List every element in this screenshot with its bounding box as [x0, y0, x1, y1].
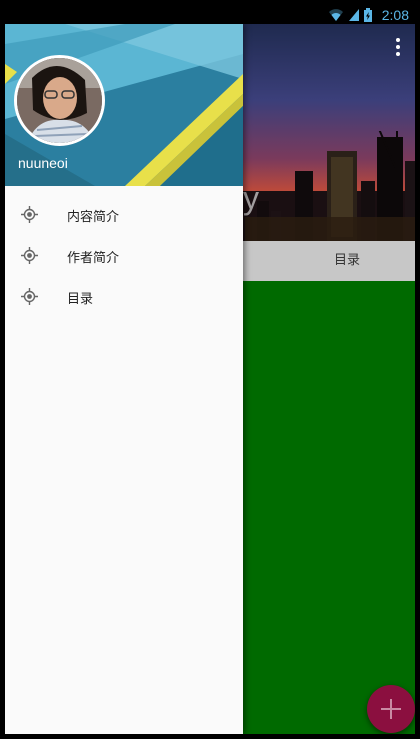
status-icons: 2:08 [328, 6, 409, 23]
device-frame: 2:08 y 目录 nuuneoi 内容简介 作者简介 目录 [0, 0, 420, 739]
locate-icon [21, 247, 38, 264]
user-avatar[interactable] [14, 55, 105, 146]
drawer-item-introduction[interactable]: 内容简介 [5, 194, 243, 235]
battery-charging-icon [363, 7, 372, 22]
navigation-drawer: nuuneoi 内容简介 作者简介 目录 [5, 24, 243, 734]
locate-icon [21, 288, 38, 305]
user-photo [17, 58, 102, 143]
status-time: 2:08 [381, 6, 409, 23]
drawer-header: nuuneoi [5, 24, 243, 186]
drawer-username: nuuneoi [18, 155, 68, 171]
drawer-item-contents[interactable]: 目录 [5, 276, 243, 317]
drawer-menu: 内容简介 作者简介 目录 [5, 194, 243, 317]
locate-icon [21, 206, 38, 223]
status-bar: 2:08 [5, 5, 415, 24]
drawer-item-label: 内容简介 [67, 210, 120, 225]
app-screen: y 目录 nuuneoi 内容简介 作者简介 目录 [5, 24, 415, 734]
drawer-item-author[interactable]: 作者简介 [5, 235, 243, 276]
drawer-item-label: 作者简介 [67, 251, 120, 266]
wifi-icon [328, 8, 343, 21]
drawer-item-label: 目录 [67, 292, 94, 307]
signal-icon [348, 8, 359, 21]
